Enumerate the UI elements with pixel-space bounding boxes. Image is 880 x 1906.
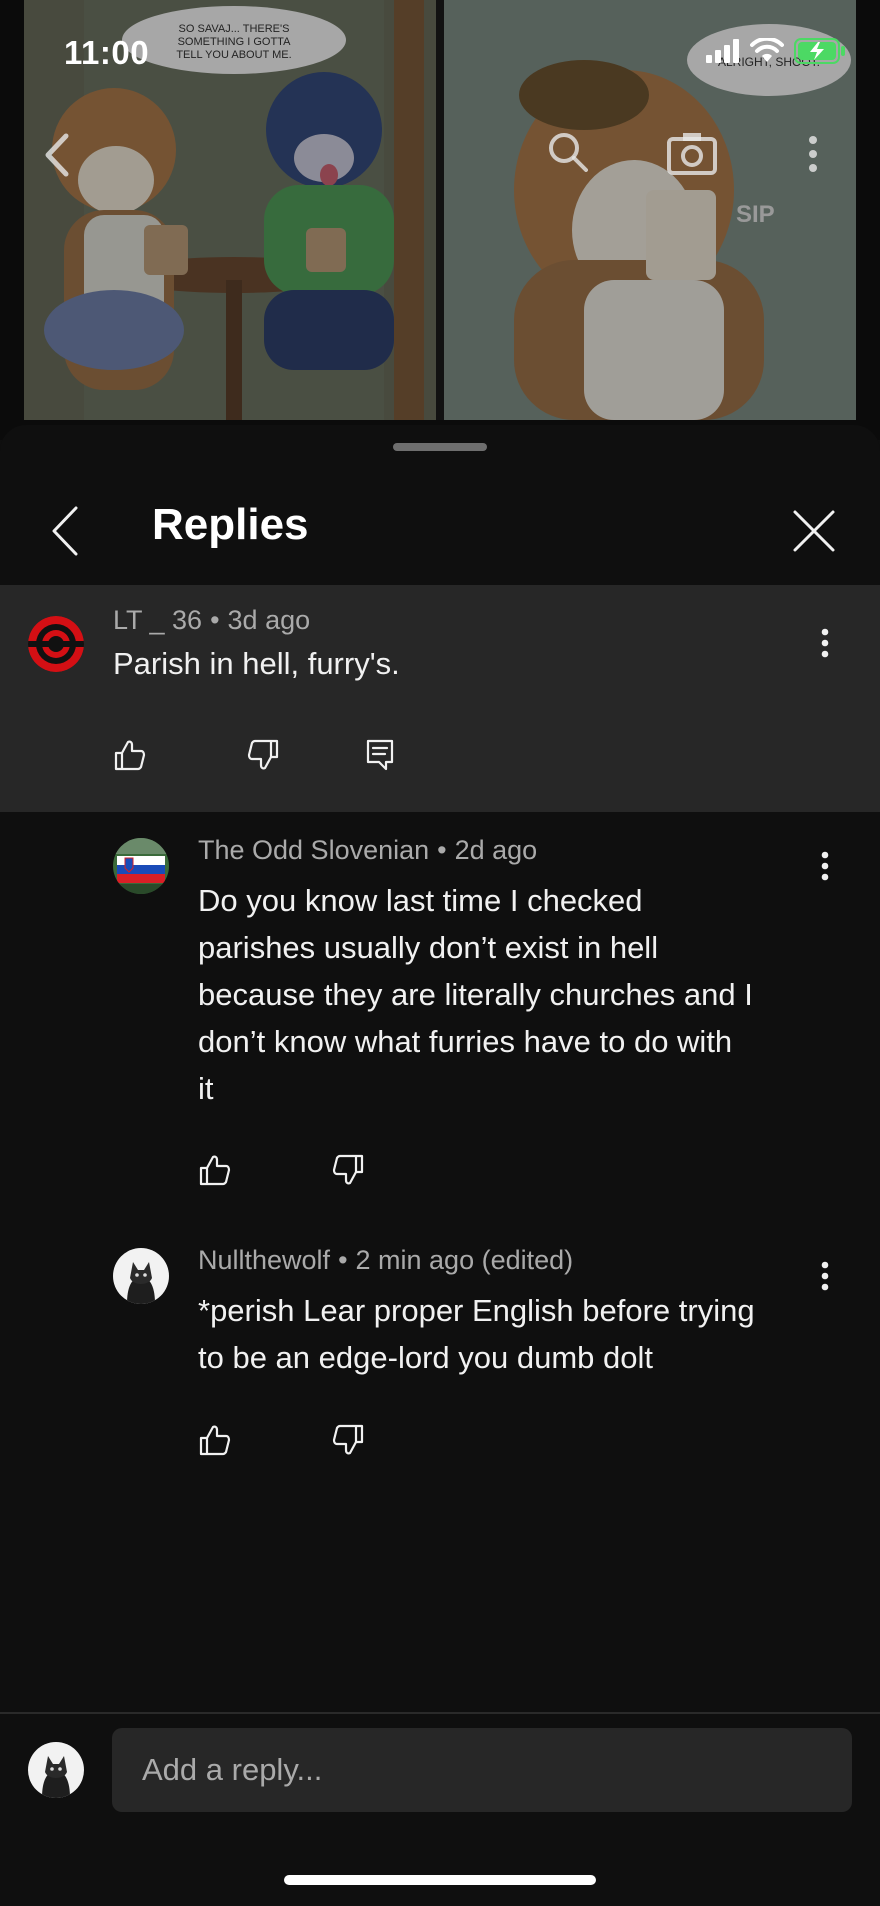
dislike-icon [332, 1154, 364, 1185]
like-button[interactable] [195, 1420, 235, 1460]
meta-separator: • [338, 1245, 348, 1275]
home-indicator[interactable] [284, 1875, 596, 1885]
comment-line: Do you know last time I checked [198, 883, 643, 918]
comment-line: don’t know what furries have to do with [198, 1024, 733, 1059]
battery-icon [794, 38, 845, 64]
comment-meta: LT _ 36 • 3d ago [113, 605, 310, 636]
avatar[interactable] [113, 838, 169, 894]
comment-meta: The Odd Slovenian • 2d ago [198, 835, 537, 866]
avatar[interactable] [113, 1248, 169, 1304]
comment-menu-button[interactable] [810, 1256, 840, 1296]
dislike-button[interactable] [328, 1420, 368, 1460]
dislike-icon [332, 1424, 364, 1455]
status-time: 11:00 [64, 34, 150, 71]
like-icon [114, 740, 146, 771]
comment-menu-button[interactable] [810, 846, 840, 886]
like-button[interactable] [195, 1150, 235, 1190]
sheet-close-button[interactable] [784, 503, 844, 559]
comment-line: it [198, 1071, 214, 1106]
wolf-avatar-image [113, 1248, 169, 1304]
sheet-title: Replies [152, 500, 309, 549]
composer-divider [0, 1712, 880, 1714]
wolf-avatar-image [28, 1742, 84, 1798]
comment-menu-button[interactable] [810, 623, 840, 663]
meta-separator: • [210, 605, 220, 635]
chevron-left-icon [52, 506, 78, 556]
reply-icon [366, 739, 394, 771]
dislike-button[interactable] [243, 735, 283, 775]
back-icon[interactable] [40, 132, 74, 178]
kebab-icon [821, 1261, 829, 1291]
dislike-icon [247, 739, 279, 770]
meta-separator: • [437, 835, 447, 865]
comment-line: parishes usually don’t exist in hell [198, 930, 659, 965]
comment-time: 2 min ago (edited) [355, 1245, 574, 1275]
comment-author[interactable]: The Odd Slovenian [198, 835, 429, 865]
comment-line: to be an edge-lord you dumb dolt [198, 1340, 653, 1375]
close-icon [793, 510, 835, 552]
video-player[interactable]: SO SAVAJ... THERE'S SOMETHING I GOTTA TE… [0, 0, 880, 440]
kebab-icon [821, 851, 829, 881]
more-icon[interactable] [806, 134, 820, 174]
like-icon [199, 1425, 231, 1456]
reply-input[interactable]: Add a reply... [112, 1728, 852, 1812]
comment-text: Parish in hell, furry's. [113, 646, 400, 681]
comment-line: because they are literally churches and … [198, 977, 753, 1012]
search-icon[interactable] [546, 130, 590, 174]
like-button[interactable] [110, 735, 150, 775]
like-icon [199, 1155, 231, 1186]
wifi-icon [750, 38, 784, 62]
signal-icon [706, 39, 739, 63]
comment-text: Do you know last time I checked parishes… [198, 877, 753, 1112]
camera-icon[interactable] [666, 130, 718, 176]
status-icons [706, 38, 846, 64]
comment-time: 2d ago [454, 835, 538, 865]
flag-avatar-image [113, 838, 169, 894]
replies-sheet: Replies LT _ 36 • 3d ago Parish in hell, f… [0, 425, 880, 1906]
sheet-back-button[interactable] [40, 503, 90, 559]
comment-author[interactable]: LT _ 36 [113, 605, 202, 635]
comment-text: *perish Lear proper English before tryin… [198, 1287, 755, 1381]
parent-comment: LT _ 36 • 3d ago Parish in hell, furry's. [0, 585, 880, 812]
comment-meta: Nullthewolf • 2 min ago (edited) [198, 1245, 573, 1276]
comment-line: *perish Lear proper English before tryin… [198, 1293, 755, 1328]
kebab-icon [821, 628, 829, 658]
target-avatar-image [28, 616, 84, 672]
reply-button[interactable] [360, 735, 400, 775]
comment-author[interactable]: Nullthewolf [198, 1245, 330, 1275]
dislike-button[interactable] [328, 1150, 368, 1190]
sheet-drag-handle[interactable] [393, 443, 487, 451]
user-avatar[interactable] [28, 1742, 84, 1798]
comment-time: 3d ago [227, 605, 311, 635]
avatar[interactable] [28, 616, 84, 672]
